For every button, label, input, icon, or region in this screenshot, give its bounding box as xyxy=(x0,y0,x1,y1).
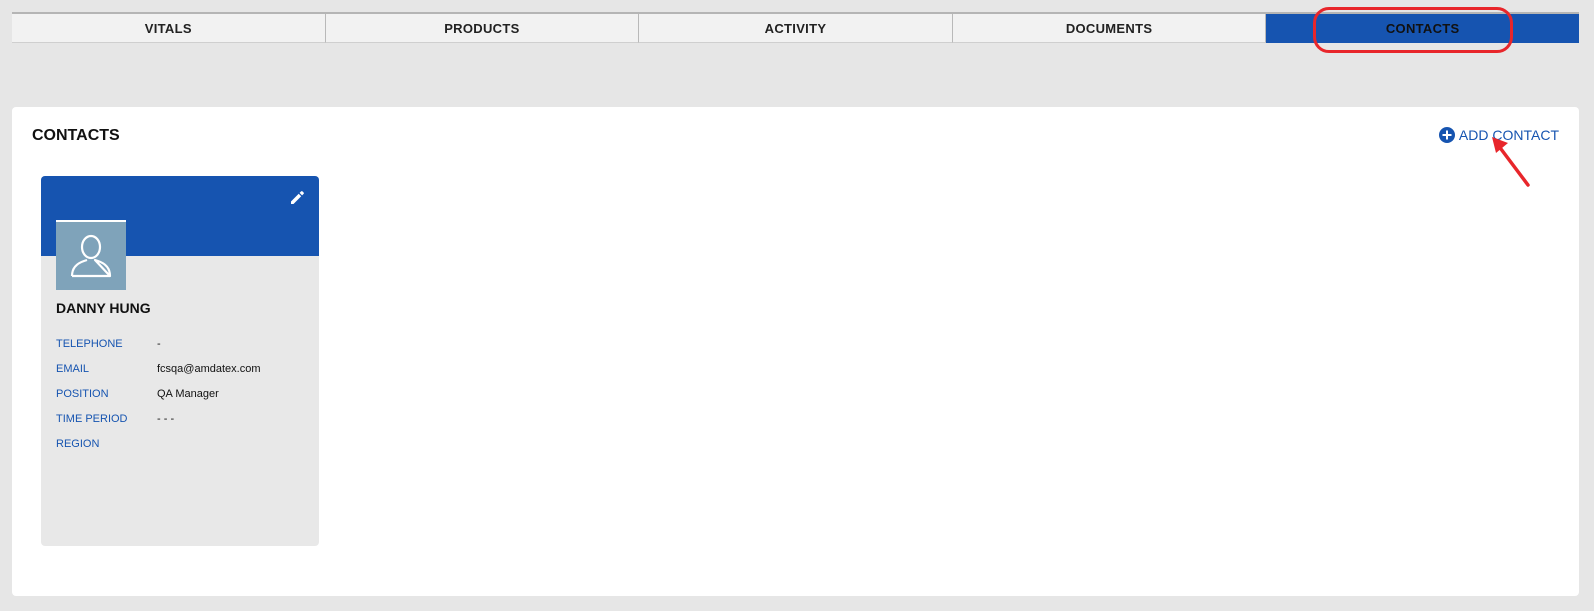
field-value: QA Manager xyxy=(157,387,219,400)
field-row-email: EMAIL fcsqa@amdatex.com xyxy=(56,356,306,381)
user-silhouette-icon xyxy=(70,234,112,278)
avatar xyxy=(56,220,126,290)
contact-fields: TELEPHONE - EMAIL fcsqa@amdatex.com POSI… xyxy=(56,331,306,456)
field-label: REGION xyxy=(56,437,100,450)
add-contact-button[interactable]: ADD CONTACT xyxy=(1438,127,1559,143)
pencil-icon[interactable] xyxy=(289,190,305,206)
plus-circle-icon xyxy=(1438,127,1455,143)
field-row-position: POSITION QA Manager xyxy=(56,381,306,406)
tab-documents[interactable]: DOCUMENTS xyxy=(952,14,1267,43)
tab-bar: VITALS PRODUCTS ACTIVITY DOCUMENTS CONTA… xyxy=(12,12,1579,43)
tab-products[interactable]: PRODUCTS xyxy=(325,14,640,43)
field-label: EMAIL xyxy=(56,362,90,375)
field-value: - - - xyxy=(157,412,175,425)
field-value: fcsqa@amdatex.com xyxy=(157,362,261,375)
panel-title: CONTACTS xyxy=(32,127,120,144)
field-value: - xyxy=(157,337,161,350)
field-row-telephone: TELEPHONE - xyxy=(56,331,306,356)
contact-name: DANNY HUNG xyxy=(56,300,151,316)
tab-contacts[interactable]: CONTACTS xyxy=(1266,14,1579,43)
field-row-time-period: TIME PERIOD - - - xyxy=(56,406,306,431)
field-label: TELEPHONE xyxy=(56,337,123,350)
tab-vitals[interactable]: VITALS xyxy=(12,14,326,43)
contact-card: DANNY HUNG TELEPHONE - EMAIL fcsqa@amdat… xyxy=(41,176,319,546)
tab-activity[interactable]: ACTIVITY xyxy=(639,14,953,43)
field-label: POSITION xyxy=(56,387,109,400)
add-contact-label: ADD CONTACT xyxy=(1458,127,1559,143)
field-label: TIME PERIOD xyxy=(56,412,128,425)
field-row-region: REGION xyxy=(56,431,306,456)
